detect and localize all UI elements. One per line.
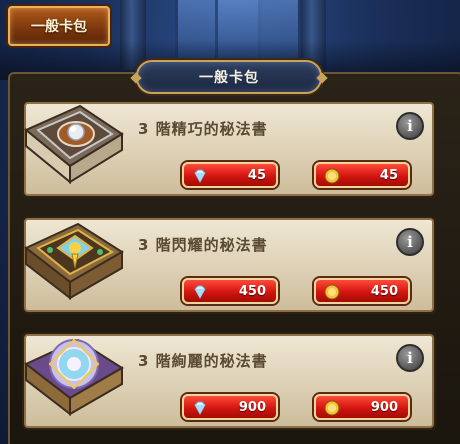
gold-price: 900 (370, 399, 398, 415)
info-icon[interactable]: i (396, 344, 424, 372)
buy-with-gold-button[interactable]: 45 (314, 162, 410, 188)
tab-general-packs[interactable]: 一般卡包 (8, 6, 110, 46)
info-icon[interactable]: i (396, 112, 424, 140)
buy-with-gold-button[interactable]: 450 (314, 278, 410, 304)
pack-card[interactable]: 3 階閃耀的秘法書 i 450 450 (24, 218, 434, 312)
diamond-icon (194, 169, 206, 184)
gem-price: 900 (238, 399, 266, 415)
section-header: 一般卡包 (136, 60, 322, 94)
gold-coin-icon (324, 400, 340, 416)
gem-price: 450 (238, 283, 266, 299)
pack-name: 3 階精巧的秘法書 (138, 120, 268, 138)
pack-name: 3 階閃耀的秘法書 (138, 236, 268, 254)
silver-tome-icon (24, 104, 124, 185)
diamond-icon (194, 401, 206, 416)
pack-name: 3 階絢麗的秘法書 (138, 352, 268, 370)
gold-coin-icon (324, 284, 340, 300)
prismatic-tome-icon (24, 338, 124, 417)
pack-card[interactable]: 3 階精巧的秘法書 i 45 45 (24, 102, 434, 196)
golden-tome-icon (24, 222, 124, 301)
gold-price: 45 (379, 167, 398, 183)
buy-with-gems-button[interactable]: 450 (182, 278, 278, 304)
buy-with-gems-button[interactable]: 45 (182, 162, 278, 188)
buy-with-gems-button[interactable]: 900 (182, 394, 278, 420)
gold-coin-icon (324, 168, 340, 184)
shop-screen: { "tab": { "label": "一般卡包" }, "header": … (0, 0, 460, 444)
info-icon[interactable]: i (396, 228, 424, 256)
gold-price: 450 (370, 283, 398, 299)
gem-price: 45 (247, 167, 266, 183)
buy-with-gold-button[interactable]: 900 (314, 394, 410, 420)
diamond-icon (194, 285, 206, 300)
pack-card[interactable]: 3 階絢麗的秘法書 i 900 900 (24, 334, 434, 428)
